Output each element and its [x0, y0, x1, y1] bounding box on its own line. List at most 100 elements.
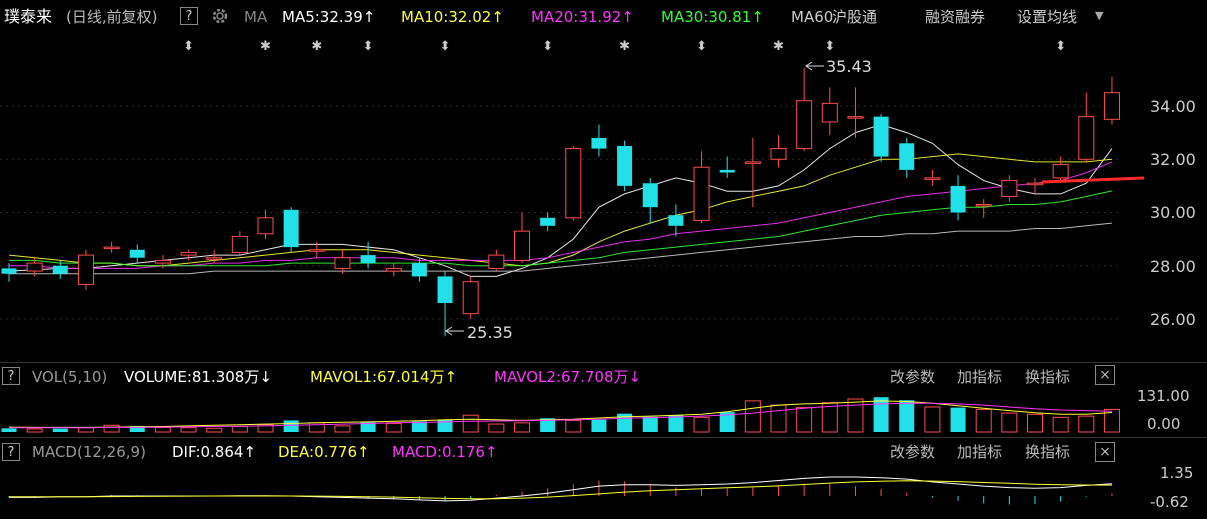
event-marker-icon: ⬍ — [440, 39, 451, 54]
dea-arrow: ↑ — [357, 443, 370, 461]
candle-body — [206, 257, 223, 260]
candle-body — [668, 215, 684, 226]
volume-bar — [873, 397, 889, 432]
mavol2-arrow: ↓ — [628, 368, 642, 386]
candle-body — [283, 209, 299, 248]
candle-body — [231, 235, 248, 253]
stock-name[interactable]: 璞泰来 — [4, 8, 52, 26]
ma60-value: MA60: — [791, 8, 833, 26]
help-button[interactable]: ? — [180, 7, 198, 25]
high-annotation: 35.43 — [805, 57, 872, 76]
mavol1-text: MAVOL1:67.014万 — [310, 368, 445, 386]
dea-text: DEA:0.776 — [278, 443, 358, 461]
event-marker-icon: ✱ — [773, 39, 784, 54]
candle — [744, 137, 761, 208]
candle — [975, 199, 992, 218]
candle-body — [154, 259, 171, 264]
high-price-label: 35.43 — [826, 57, 872, 76]
event-marker-icon: ✱ — [260, 39, 271, 54]
candle-body — [514, 230, 530, 261]
gear-icon[interactable] — [210, 6, 230, 26]
candlestick-chart[interactable]: ⬍ ✱ ✱ ⬍ ⬍ ⬍ ✱ ⬍ ✱ ⬍ ⬍ 35.43 25.35 34.00 32.00 30.0… — [0, 34, 1207, 359]
volume-edit-params-button[interactable]: 改参数 — [890, 368, 935, 386]
event-marker-icon: ⬍ — [542, 39, 553, 54]
volume-bar — [1052, 416, 1069, 433]
tab-hugutong[interactable]: 沪股通 — [832, 8, 877, 26]
macd-edit-params-button[interactable]: 改参数 — [890, 443, 935, 461]
candle — [231, 231, 248, 256]
ma60-text: MA60: — [791, 8, 833, 26]
volume-bar — [488, 423, 505, 433]
macd-add-indicator-button[interactable]: 加指标 — [957, 443, 1002, 461]
volume-chart[interactable]: 131.00 0.00 — [0, 388, 1207, 436]
volume-bar — [642, 416, 658, 432]
candle — [1027, 177, 1043, 194]
volume-bar — [744, 400, 761, 433]
candle-body — [975, 204, 992, 207]
low-annotation: 25.35 — [445, 323, 513, 342]
volume-bar — [283, 420, 299, 432]
candle — [668, 204, 684, 237]
candle — [617, 140, 633, 192]
ma20-arrow: ↑ — [621, 8, 634, 26]
candle-body — [385, 267, 402, 272]
ma20-text: MA20:31.92 — [531, 8, 622, 26]
volume-bar — [180, 427, 197, 433]
macd-close-icon[interactable]: × — [1095, 442, 1115, 462]
candle-body — [77, 254, 94, 285]
volume-bar — [591, 419, 607, 432]
ma30-arrow: ↑ — [751, 8, 764, 26]
macd-arrow: ↑ — [484, 443, 498, 461]
ma-label[interactable]: MA — [244, 8, 267, 26]
event-marker-icon: ⬍ — [363, 39, 374, 54]
candle — [540, 212, 556, 232]
candle — [462, 276, 479, 319]
candle — [565, 145, 582, 221]
volume-bar — [693, 416, 710, 433]
candle-body — [488, 254, 505, 269]
candle — [437, 271, 453, 337]
volume-bar — [231, 426, 248, 433]
volume-add-indicator-button[interactable]: 加指标 — [957, 368, 1002, 386]
candle — [719, 156, 735, 178]
candle-body — [821, 102, 838, 123]
candle — [385, 263, 402, 277]
candle — [360, 241, 376, 269]
volume-bar — [796, 407, 813, 433]
ma5-arrow: ↑ — [362, 8, 376, 26]
volume-close-icon[interactable]: × — [1095, 365, 1115, 385]
candle — [77, 249, 94, 290]
volume-title[interactable]: VOL(5,10) — [32, 368, 107, 386]
event-marker-icon: ⬍ — [824, 39, 835, 54]
volume-help-button[interactable]: ? — [2, 367, 20, 385]
candle-body — [796, 100, 813, 150]
macd-chart[interactable]: 1.35 -0.62 — [0, 463, 1207, 519]
volume-bar — [103, 424, 120, 433]
candle-body — [462, 281, 479, 315]
ma10-text: MA10:32.02 — [401, 8, 492, 26]
macd-title[interactable]: MACD(12,26,9) — [32, 443, 146, 461]
volume-bar — [462, 414, 479, 433]
chevron-down-icon[interactable]: ▼ — [1095, 7, 1103, 25]
candles — [1, 67, 1120, 337]
volume-switch-indicator-button[interactable]: 换指标 — [1025, 368, 1070, 386]
dea-value: DEA:0.776↑ — [278, 443, 370, 461]
candle-body — [1027, 182, 1043, 186]
macd-switch-indicator-button[interactable]: 换指标 — [1025, 443, 1070, 461]
candle — [796, 67, 813, 152]
tab-margin-trading[interactable]: 融资融券 — [925, 8, 985, 26]
candle-body — [744, 161, 761, 164]
volume-bar — [77, 427, 94, 433]
volume-bar — [924, 406, 941, 433]
mavol1-arrow: ↑ — [444, 368, 458, 386]
event-marker-icon: ⬍ — [1055, 39, 1066, 54]
ma-line-ma20 — [9, 161, 1113, 269]
macd-help-button[interactable]: ? — [2, 443, 20, 461]
tab-ma-settings[interactable]: 设置均线 — [1017, 8, 1077, 26]
candle-body — [180, 251, 197, 256]
volume-bar — [1, 428, 17, 432]
volume-bar — [668, 415, 684, 432]
dif-text: DIF:0.864 — [172, 443, 244, 461]
candle — [257, 209, 274, 240]
candle-body — [52, 265, 68, 274]
